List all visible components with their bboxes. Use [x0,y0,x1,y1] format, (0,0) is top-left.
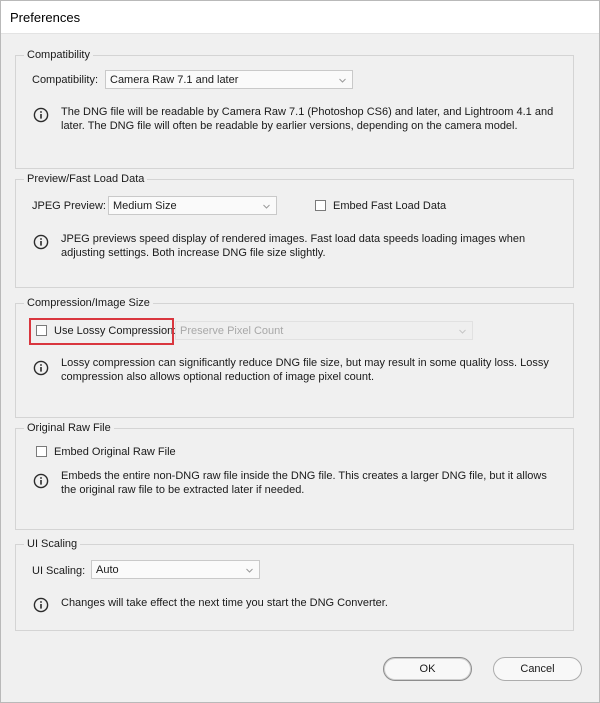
info-icon [33,107,49,123]
lossy-compression-highlight [29,318,174,345]
group-title-compression: Compression/Image Size [24,296,153,310]
embed-fast-load-checkbox[interactable] [315,200,326,211]
group-title-compatibility: Compatibility [24,48,93,62]
info-icon [33,597,49,613]
ui-scaling-select-value: Auto [96,564,119,576]
ui-scaling-label: UI Scaling: [32,565,86,577]
title-bar: Preferences [1,1,599,34]
chevron-down-icon [263,204,270,209]
pixel-count-select[interactable]: Preserve Pixel Count [175,321,473,340]
info-icon [33,473,49,489]
original-raw-info-text: Embeds the entire non-DNG raw file insid… [61,470,547,496]
chevron-down-icon [339,78,346,83]
info-icon [33,360,49,376]
preview-info-text: JPEG previews speed display of rendered … [61,233,526,259]
jpeg-preview-select[interactable]: Medium Size [108,196,277,215]
ui-scaling-group: UI Scaling [15,537,574,631]
pixel-count-select-value: Preserve Pixel Count [180,325,284,337]
preferences-dialog: Preferences Compatibility Compatibility:… [0,0,600,703]
chevron-down-icon [246,568,253,573]
group-title-preview: Preview/Fast Load Data [24,172,148,186]
ok-button[interactable]: OK [383,657,472,681]
ui-scaling-select[interactable]: Auto [91,560,260,579]
group-title-original-raw: Original Raw File [24,421,114,435]
info-icon [33,234,49,250]
embed-original-raw-label[interactable]: Embed Original Raw File [54,445,176,459]
jpeg-preview-select-value: Medium Size [113,200,177,212]
group-title-ui-scaling: UI Scaling [24,537,81,551]
jpeg-preview-label: JPEG Preview: [32,200,106,212]
cancel-button[interactable]: Cancel [493,657,582,681]
window-title: Preferences [10,10,81,25]
compatibility-label: Compatibility: [32,74,99,86]
ui-scaling-info-text: Changes will take effect the next time y… [61,597,388,609]
embed-fast-load-label[interactable]: Embed Fast Load Data [333,199,446,213]
embed-original-raw-checkbox[interactable] [36,446,47,457]
compatibility-select[interactable]: Camera Raw 7.1 and later [105,70,353,89]
chevron-down-icon [459,329,466,334]
compatibility-select-value: Camera Raw 7.1 and later [110,74,239,86]
compatibility-info-text: The DNG file will be readable by Camera … [61,106,554,132]
compression-info-text: Lossy compression can significantly redu… [61,357,549,383]
